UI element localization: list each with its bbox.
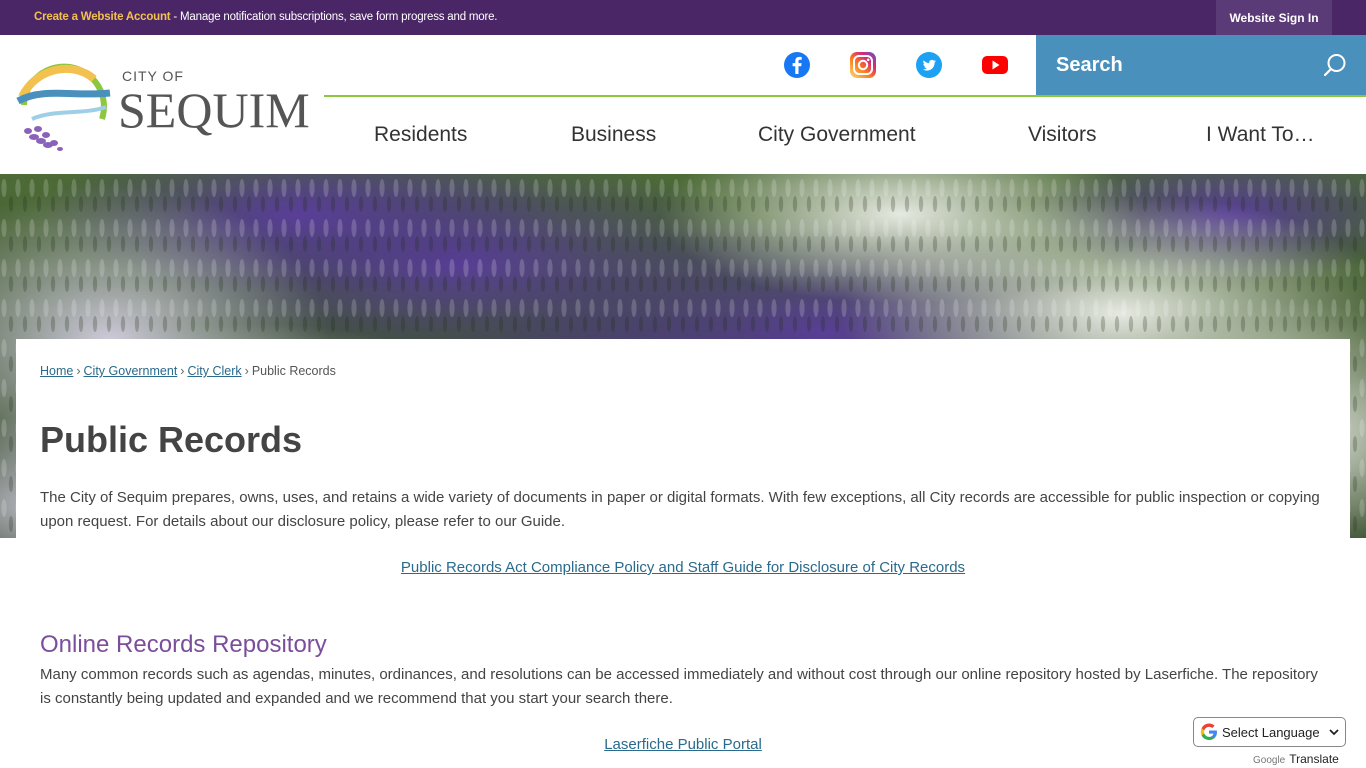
nav-item-business[interactable]: Business bbox=[571, 123, 656, 147]
nav-item-residents[interactable]: Residents bbox=[374, 123, 467, 147]
breadcrumb-city-government-link[interactable]: City Government bbox=[84, 364, 178, 378]
breadcrumb-home-link[interactable]: Home bbox=[40, 364, 73, 378]
policy-guide-link[interactable]: Public Records Act Compliance Policy and… bbox=[401, 559, 965, 576]
logo-wave-icon bbox=[16, 89, 111, 105]
repository-paragraph: Many common records such as agendas, min… bbox=[40, 666, 1318, 707]
breadcrumb: Home › City Government › City Clerk › Public R… bbox=[40, 364, 336, 378]
content-card: Home › City Government › City Clerk › Public R… bbox=[16, 339, 1350, 768]
search-icon[interactable] bbox=[1322, 52, 1348, 78]
google-wordmark: Google bbox=[1253, 755, 1286, 766]
search-input[interactable] bbox=[1036, 35, 1326, 95]
create-account-link[interactable]: Create a Website Account bbox=[34, 11, 171, 23]
language-select[interactable]: Select Language bbox=[1193, 717, 1346, 747]
site-header: CITY OF SEQUIM Residents Business City G… bbox=[0, 35, 1366, 174]
policy-link-container: Public Records Act Compliance Policy and… bbox=[16, 559, 1350, 576]
top-bar: Create a Website Account - Manage notifi… bbox=[0, 0, 1366, 35]
nav-item-city-government[interactable]: City Government bbox=[758, 123, 916, 147]
breadcrumb-separator: › bbox=[76, 364, 81, 378]
search-box bbox=[1036, 35, 1366, 95]
instagram-icon[interactable] bbox=[849, 51, 877, 79]
account-notice: Create a Website Account - Manage notifi… bbox=[34, 11, 497, 23]
website-sign-in-button[interactable]: Website Sign In bbox=[1216, 0, 1332, 35]
nav-item-visitors[interactable]: Visitors bbox=[1028, 123, 1096, 147]
city-logo[interactable]: CITY OF SEQUIM bbox=[14, 57, 310, 153]
breadcrumb-separator: › bbox=[244, 364, 249, 378]
breadcrumb-separator: › bbox=[180, 364, 185, 378]
portal-link-container: Laserfiche Public Portal bbox=[16, 736, 1350, 753]
logo-sequim-text: SEQUIM bbox=[118, 82, 310, 138]
laserfiche-portal-link[interactable]: Laserfiche Public Portal bbox=[604, 736, 762, 753]
logo-lavender-icon bbox=[24, 126, 63, 151]
page-title: Public Records bbox=[40, 419, 303, 460]
nav-item-i-want-to[interactable]: I Want To… bbox=[1206, 123, 1315, 147]
translate-text: Translate bbox=[1289, 752, 1339, 766]
youtube-icon[interactable] bbox=[981, 51, 1009, 79]
facebook-icon[interactable] bbox=[783, 51, 811, 79]
google-g-icon bbox=[1200, 723, 1217, 740]
powered-by-google-translate[interactable]: Google Translate bbox=[1253, 752, 1339, 766]
twitter-icon[interactable] bbox=[915, 51, 943, 79]
logo-wave2-icon bbox=[31, 105, 107, 121]
account-notice-text: - Manage notification subscriptions, sav… bbox=[170, 11, 498, 23]
breadcrumb-current: Public Records bbox=[251, 364, 336, 378]
section-title-online-records: Online Records Repository bbox=[40, 631, 327, 658]
breadcrumb-city-clerk-link[interactable]: City Clerk bbox=[187, 364, 241, 378]
language-select-label: Select Language bbox=[1222, 724, 1320, 740]
nav-divider bbox=[324, 95, 1366, 97]
chevron-down-icon bbox=[1329, 729, 1339, 736]
intro-paragraph: The City of Sequim prepares, owns, uses,… bbox=[40, 489, 1320, 530]
